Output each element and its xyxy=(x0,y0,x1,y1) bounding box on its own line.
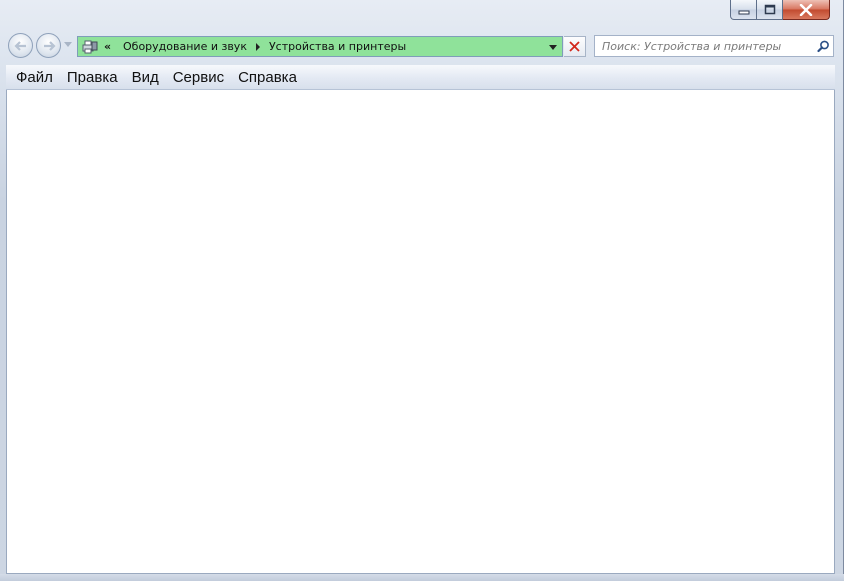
stop-icon xyxy=(569,41,580,52)
recent-pages-button[interactable] xyxy=(63,40,73,50)
address-overflow-chevron[interactable]: « xyxy=(104,40,120,53)
stop-button[interactable] xyxy=(564,36,586,57)
search-input[interactable] xyxy=(595,37,813,55)
devices-printers-icon xyxy=(80,37,100,56)
menu-bar: Файл Правка Вид Сервис Справка xyxy=(6,65,835,90)
chevron-down-icon xyxy=(549,44,557,50)
address-bar[interactable]: « Оборудование и звук Устройства и принт… xyxy=(77,36,563,57)
minimize-icon xyxy=(738,10,749,14)
menu-edit[interactable]: Правка xyxy=(60,66,125,89)
breadcrumb-devices-printers[interactable]: Устройства и принтеры xyxy=(269,40,406,53)
breadcrumb-separator-icon[interactable] xyxy=(247,42,269,51)
forward-button[interactable] xyxy=(36,33,61,58)
breadcrumb-sound-hardware[interactable]: Оборудование и звук xyxy=(123,40,247,53)
menu-tools[interactable]: Сервис xyxy=(166,66,231,89)
back-arrow-icon xyxy=(13,40,26,51)
search-icon[interactable] xyxy=(813,36,833,56)
forward-arrow-icon xyxy=(43,40,56,51)
menu-help[interactable]: Справка xyxy=(231,66,304,89)
caption-buttons xyxy=(730,0,835,21)
address-dropdown-button[interactable] xyxy=(548,42,558,52)
search-box[interactable] xyxy=(594,35,834,57)
explorer-window: « Оборудование и звук Устройства и принт… xyxy=(0,0,844,581)
close-button[interactable] xyxy=(783,0,830,20)
window-bottom-frame xyxy=(0,574,844,581)
menu-file[interactable]: Файл xyxy=(9,66,60,89)
chevron-down-icon xyxy=(64,42,72,47)
back-button[interactable] xyxy=(8,33,33,58)
content-pane[interactable] xyxy=(6,90,835,574)
close-icon xyxy=(799,3,813,16)
menu-view[interactable]: Вид xyxy=(125,66,166,89)
minimize-button[interactable] xyxy=(730,0,757,20)
maximize-button[interactable] xyxy=(757,0,783,20)
maximize-icon xyxy=(764,4,775,15)
